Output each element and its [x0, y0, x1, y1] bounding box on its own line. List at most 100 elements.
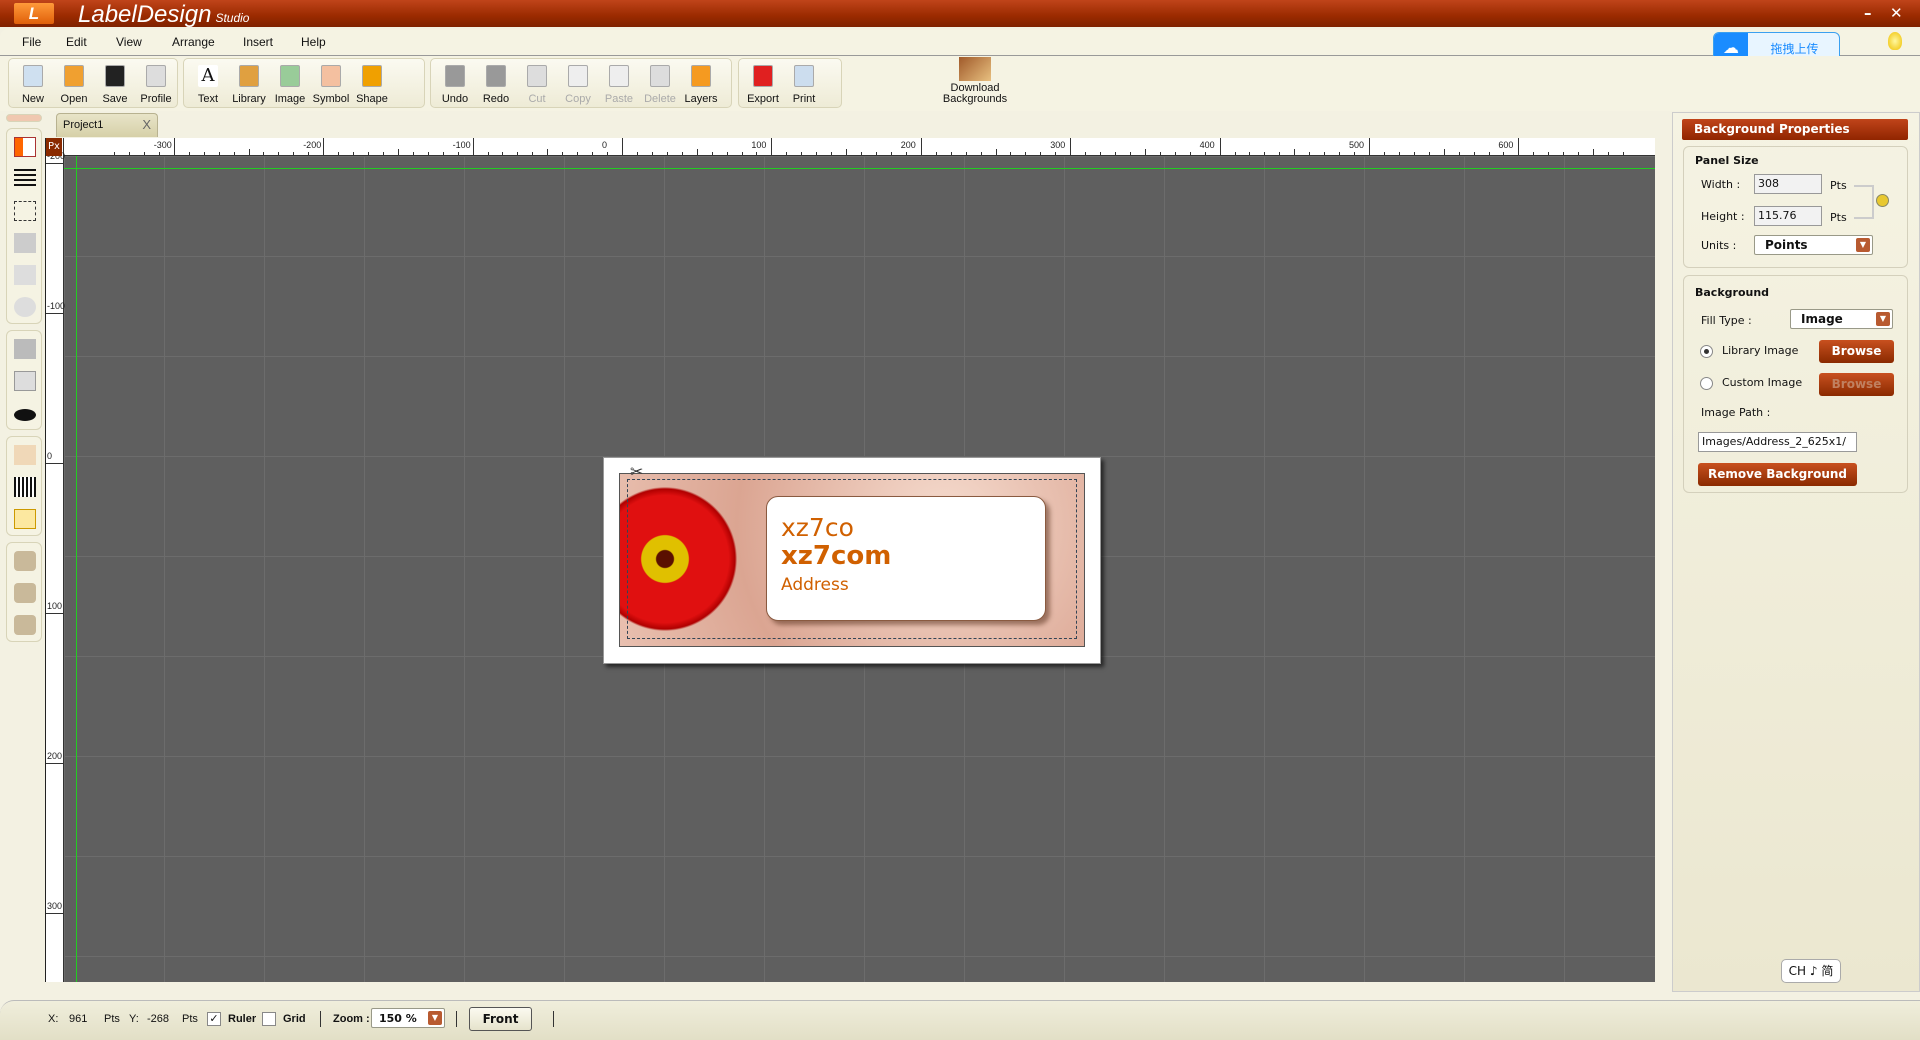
copy-button[interactable]: Copy	[558, 59, 598, 109]
open-button[interactable]: Open	[54, 59, 94, 109]
guide-line-horizontal[interactable]	[46, 168, 1655, 169]
ruler-minor-tick	[756, 152, 758, 155]
library-button[interactable]: Library	[229, 59, 269, 109]
shape-button[interactable]: Shape	[352, 59, 392, 109]
database-text-icon[interactable]	[14, 583, 36, 603]
y-unit: Pts	[182, 1013, 198, 1025]
ruler-minor-tick	[846, 149, 848, 155]
ruler-minor-tick	[308, 152, 310, 155]
menu-edit[interactable]: Edit	[66, 35, 87, 49]
paste-button[interactable]: Paste	[599, 59, 639, 109]
custom-browse-button[interactable]: Browse	[1819, 373, 1894, 396]
cut-button[interactable]: Cut	[517, 59, 557, 109]
grid-line	[1164, 156, 1165, 982]
fill-color-icon[interactable]	[14, 339, 36, 359]
lock-icon[interactable]	[1876, 194, 1889, 207]
symbol-button[interactable]: Symbol	[311, 59, 351, 109]
ruler-minor-tick	[248, 149, 250, 155]
send-back-icon[interactable]	[14, 265, 36, 285]
grid-checkbox[interactable]	[262, 1012, 276, 1026]
barcode-icon[interactable]	[14, 477, 36, 497]
fill-type-select[interactable]: Image ▼	[1790, 309, 1893, 329]
toolbar-group: New Open Save Profile	[8, 58, 178, 108]
eyedropper-icon[interactable]	[14, 409, 36, 421]
ruler-minor-tick	[1249, 152, 1251, 155]
menu-view[interactable]: View	[116, 35, 142, 49]
aspect-bracket	[1854, 185, 1874, 219]
group-icon[interactable]	[14, 201, 36, 221]
scissors-icon: ✂	[630, 462, 644, 481]
ruler-tick	[46, 463, 64, 464]
ruler-minor-tick	[1279, 152, 1281, 155]
tab-close-icon[interactable]: X	[142, 117, 151, 132]
library-image-label: Library Image	[1722, 344, 1799, 357]
export-button[interactable]: Export	[743, 59, 783, 109]
ruler-minor-tick	[1473, 152, 1475, 155]
copy-icon	[568, 65, 588, 87]
remove-database-icon[interactable]	[14, 615, 36, 635]
ruler-unit[interactable]: Px	[46, 138, 62, 156]
layers-button[interactable]: Layers	[681, 59, 721, 109]
ruler-minor-tick	[1324, 152, 1326, 155]
units-select[interactable]: Points ▼	[1754, 235, 1873, 255]
ruler-minor-tick	[532, 152, 534, 155]
width-input[interactable]: 308	[1754, 174, 1822, 194]
menu-help[interactable]: Help	[301, 35, 326, 49]
new-button[interactable]: New	[13, 59, 53, 109]
ruler-checkbox[interactable]: ✓	[207, 1012, 221, 1026]
height-input[interactable]: 115.76	[1754, 206, 1822, 226]
badge-icon[interactable]	[14, 509, 36, 529]
tab-project1[interactable]: Project1 X	[56, 113, 158, 137]
ruler-minor-tick	[636, 152, 638, 155]
text-button[interactable]: A Text	[188, 59, 228, 109]
custom-image-radio[interactable]	[1700, 377, 1713, 390]
calendar-icon[interactable]	[14, 445, 36, 465]
label-background-image[interactable]: xz7co xz7com Address	[619, 473, 1085, 647]
grid-line	[64, 956, 1655, 957]
minimize-button[interactable]: –	[1864, 4, 1872, 22]
menu-arrange[interactable]: Arrange	[172, 35, 215, 49]
ime-indicator[interactable]: CH ♪ 简	[1781, 959, 1841, 983]
lightbulb-icon[interactable]	[1888, 32, 1902, 50]
library-image-radio[interactable]	[1700, 345, 1713, 358]
ruler-minor-tick	[1234, 152, 1236, 155]
ruler-minor-tick	[801, 152, 803, 155]
add-database-icon[interactable]	[14, 551, 36, 571]
zoom-value: 150 %	[379, 1012, 417, 1025]
border-icon[interactable]	[14, 371, 36, 391]
library-browse-button[interactable]: Browse	[1819, 340, 1894, 363]
profile-button[interactable]: Profile	[136, 59, 176, 109]
fill-type-label: Fill Type :	[1701, 314, 1752, 327]
ruler-tick	[46, 763, 64, 764]
bring-front-icon[interactable]	[14, 233, 36, 253]
guide-line-vertical[interactable]	[76, 138, 77, 982]
label-panel[interactable]: xz7co xz7com Address ✂	[603, 457, 1101, 664]
align-icon[interactable]	[14, 169, 36, 189]
download-backgrounds-button[interactable]: Download Backgrounds	[930, 57, 1020, 109]
image-button[interactable]: Image	[270, 59, 310, 109]
ruler-minor-tick	[950, 152, 952, 155]
undo-button[interactable]: Undo	[435, 59, 475, 109]
remove-background-button[interactable]: Remove Background	[1698, 463, 1857, 486]
units-value: Points	[1765, 238, 1808, 252]
image-path-label: Image Path :	[1701, 406, 1771, 419]
select-tool-icon[interactable]	[14, 137, 36, 157]
ruler-minor-tick	[1264, 152, 1266, 155]
menu-insert[interactable]: Insert	[243, 35, 273, 49]
toolbar-handle[interactable]	[6, 114, 42, 122]
menu-file[interactable]: File	[22, 35, 41, 49]
save-button[interactable]: Save	[95, 59, 135, 109]
close-button[interactable]: ✕	[1890, 4, 1903, 22]
delete-button[interactable]: Delete	[640, 59, 680, 109]
pan-hand-icon[interactable]	[14, 297, 36, 317]
grid-line	[64, 156, 1655, 157]
image-path-input[interactable]: Images/Address_2_625x1/	[1698, 432, 1857, 452]
front-button[interactable]: Front	[469, 1007, 532, 1031]
ruler-minor-tick	[1458, 152, 1460, 155]
ruler-label: 100	[751, 140, 767, 150]
design-canvas[interactable]: -300 -200 -100 0 100 200 300 400 500 600 -200 -100…	[45, 138, 1655, 982]
redo-button[interactable]: Redo	[476, 59, 516, 109]
horizontal-ruler: -300 -200 -100 0 100 200 300 400 500 600	[46, 138, 1655, 156]
zoom-select[interactable]: 150 % ▼	[371, 1008, 445, 1028]
print-button[interactable]: Print	[784, 59, 824, 109]
